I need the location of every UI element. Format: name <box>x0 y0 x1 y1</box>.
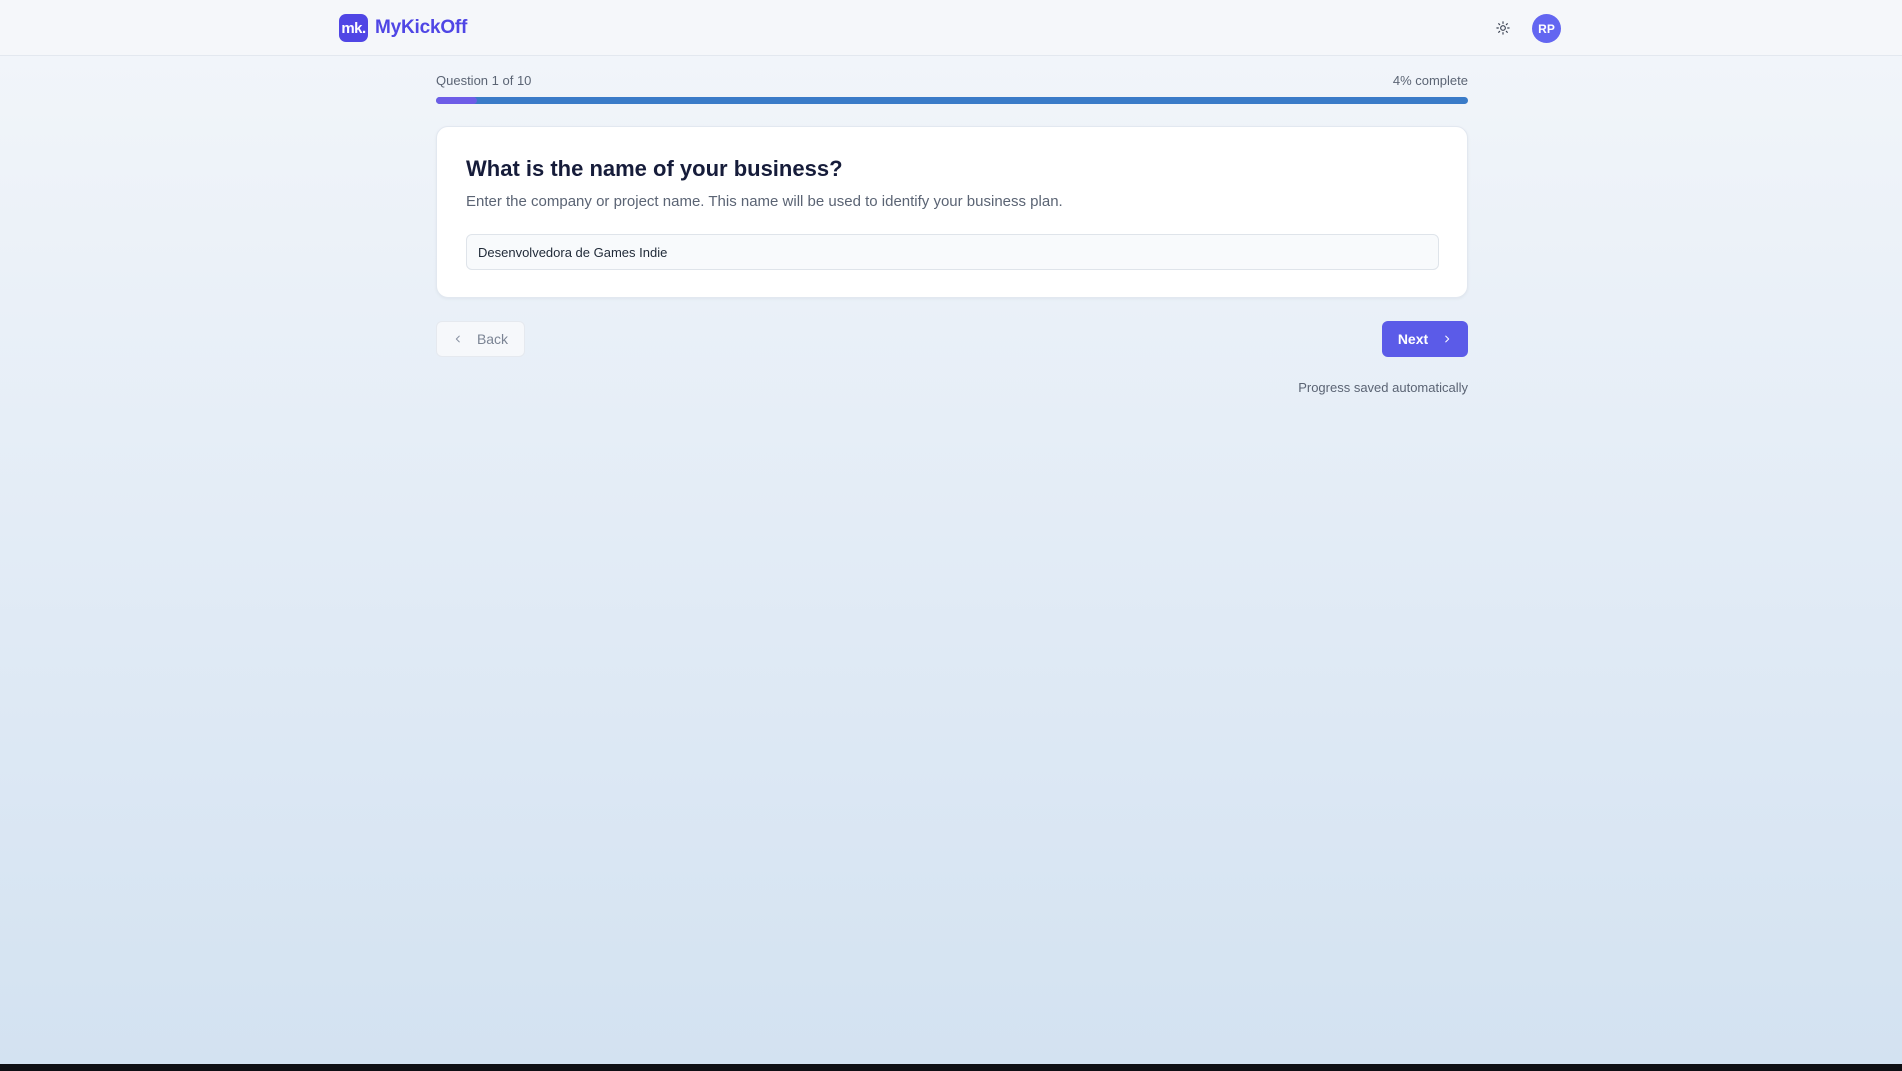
question-title: What is the name of your business? <box>466 156 843 181</box>
chevron-right-icon <box>1442 334 1452 344</box>
top-navigation-bar: mk. MyKickOff RP <box>0 0 1902 56</box>
progress-bar-fill <box>436 97 478 104</box>
progress-bar <box>436 97 1468 104</box>
question-counter: Question 1 of 10 <box>436 73 532 88</box>
question-card: What is the name of your business? Enter… <box>436 126 1468 298</box>
next-button-label: Next <box>1397 331 1429 347</box>
progress-meta: Question 1 of 10 4% complete <box>436 73 1468 88</box>
back-button[interactable]: Back <box>436 321 525 357</box>
app-viewport: mk. MyKickOff RP Question 1 of 10 4% com… <box>0 0 1902 1064</box>
brand-name: MyKickOff <box>375 17 468 38</box>
percent-complete-label: 4% complete <box>1392 73 1468 88</box>
user-avatar[interactable]: RP <box>1532 14 1561 43</box>
brand-logo[interactable]: mk. MyKickOff <box>339 14 467 42</box>
back-button-label: Back <box>476 331 509 347</box>
sun-icon <box>1496 21 1510 35</box>
business-name-input[interactable] <box>466 234 1439 270</box>
chevron-left-icon <box>453 334 463 344</box>
next-button[interactable]: Next <box>1382 321 1468 357</box>
question-hint: Enter the company or project name. This … <box>466 193 1063 210</box>
theme-toggle-button[interactable] <box>1492 17 1514 39</box>
logo-mark: mk. <box>339 14 368 42</box>
autosave-status: Progress saved automatically <box>1298 380 1468 395</box>
